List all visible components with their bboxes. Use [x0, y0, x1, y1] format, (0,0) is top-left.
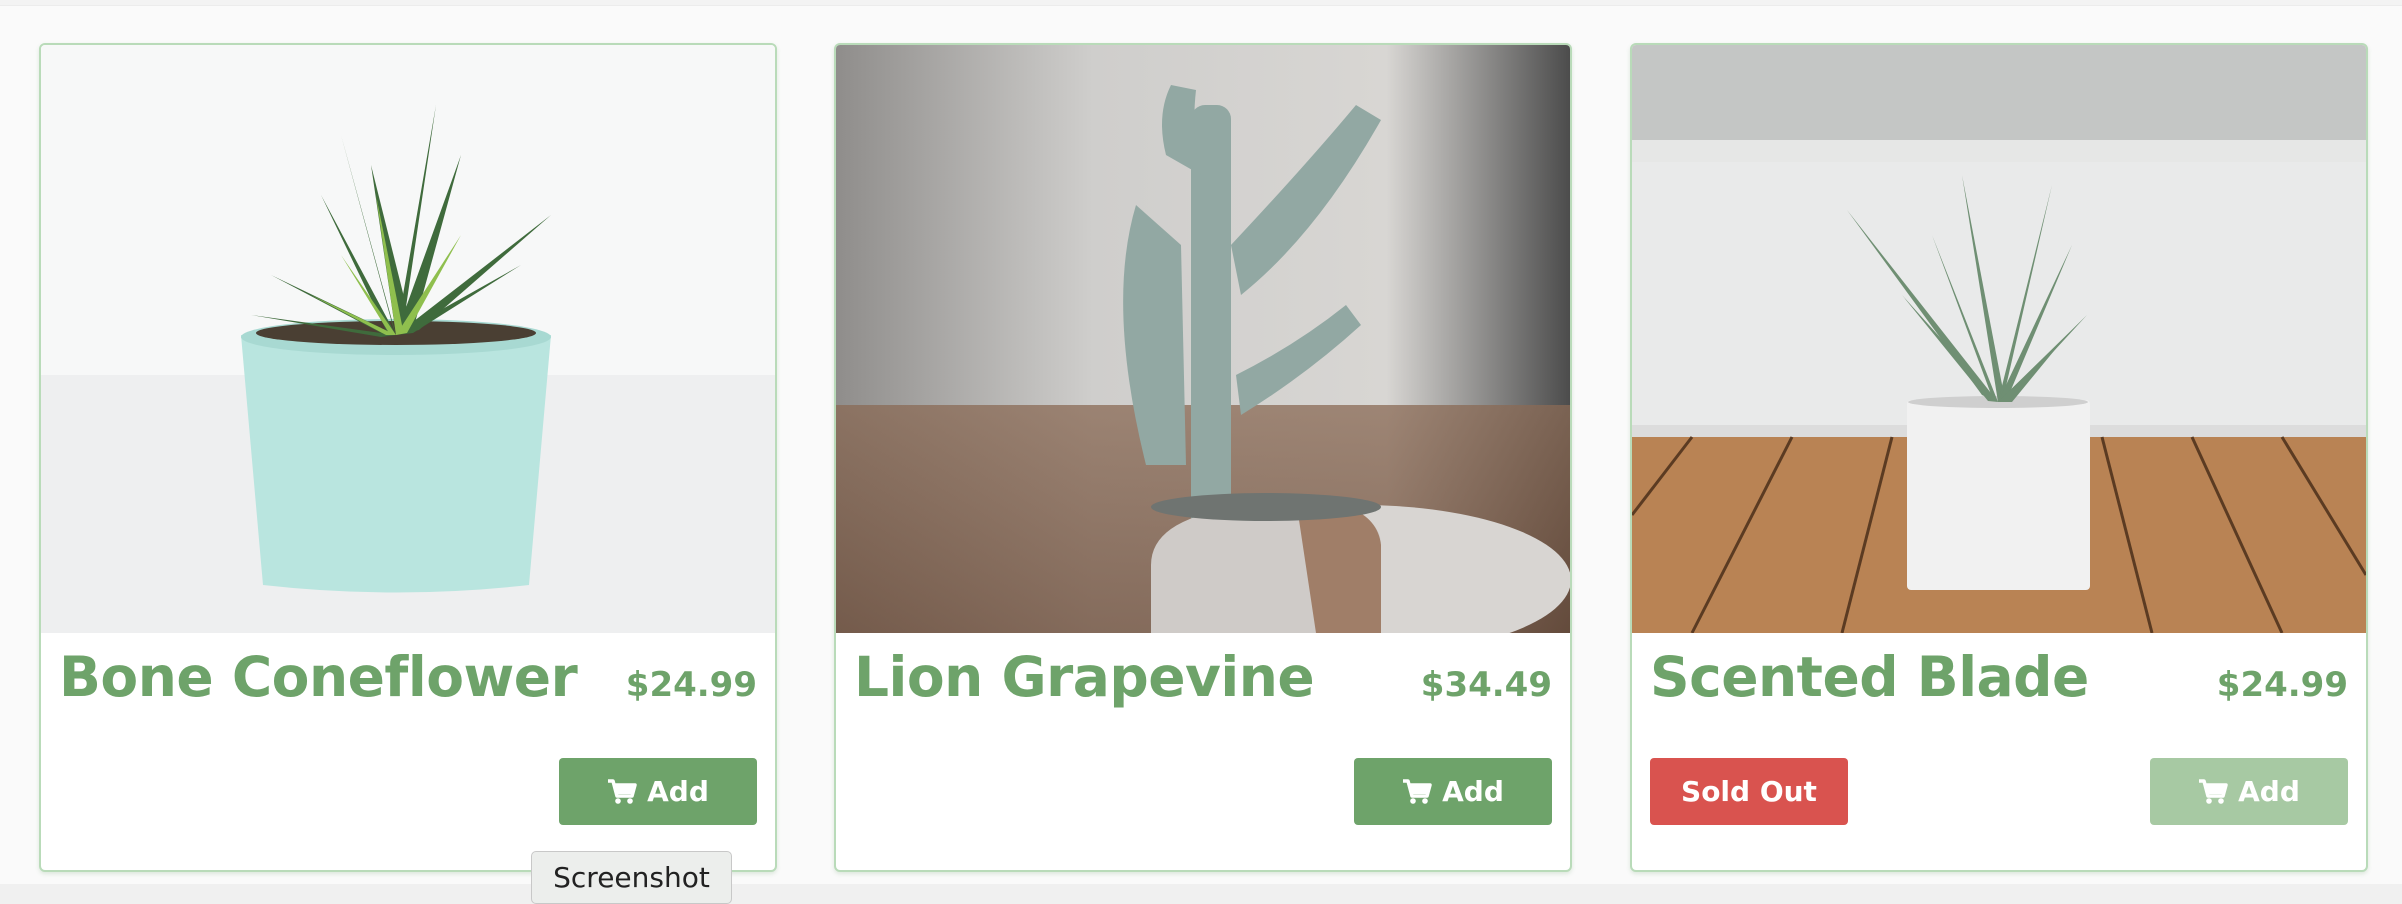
- top-strip: [0, 0, 2402, 6]
- product-price: $24.99: [625, 665, 757, 705]
- add-to-cart-button[interactable]: Add: [1354, 758, 1552, 825]
- add-button-label: Add: [647, 775, 709, 808]
- add-button-label: Add: [1442, 775, 1504, 808]
- product-image: [41, 45, 775, 633]
- add-button-label: Add: [2238, 775, 2300, 808]
- product-name: Bone Coneflower: [59, 645, 578, 709]
- sold-out-button[interactable]: Sold Out: [1650, 758, 1848, 825]
- product-image: [1632, 45, 2366, 633]
- product-name: Lion Grapevine: [854, 645, 1315, 709]
- shopping-cart-icon: [608, 778, 637, 804]
- add-to-cart-button-disabled[interactable]: Add: [2150, 758, 2348, 825]
- product-price: $24.99: [2216, 665, 2348, 705]
- add-to-cart-button[interactable]: Add: [559, 758, 757, 825]
- product-image: [836, 45, 1570, 633]
- product-card: Scented Blade $24.99 Sold Out Add: [1630, 43, 2368, 872]
- product-card: Lion Grapevine $34.49 Add: [834, 43, 1572, 872]
- bottom-strip: [0, 884, 2402, 904]
- product-name: Scented Blade: [1650, 645, 2089, 709]
- product-price: $34.49: [1420, 665, 1552, 705]
- shopping-cart-icon: [2199, 778, 2228, 804]
- screenshot-tooltip: Screenshot: [531, 851, 732, 904]
- product-card: Bone Coneflower $24.99 Add: [39, 43, 777, 872]
- shopping-cart-icon: [1403, 778, 1432, 804]
